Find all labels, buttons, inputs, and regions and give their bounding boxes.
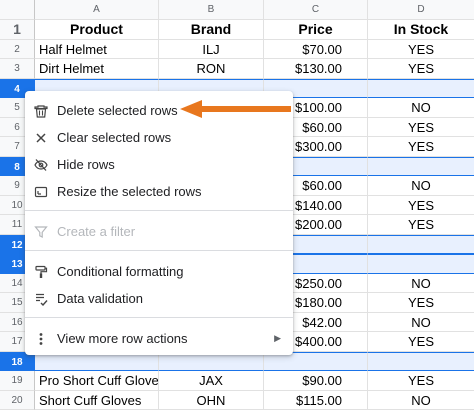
menu-item-label: Data validation	[57, 291, 293, 306]
in-stock-cell[interactable]	[368, 157, 474, 177]
submenu-arrow-icon: ▶	[274, 333, 281, 344]
row-number[interactable]: 19	[0, 371, 35, 391]
menu-item-label: Conditional formatting	[57, 264, 293, 279]
product-cell[interactable]: Half Helmet	[35, 40, 159, 60]
table-row: 2Half HelmetILJ$70.00YES	[0, 40, 474, 60]
price-cell[interactable]: $130.00	[264, 59, 368, 79]
paint-roller-icon	[25, 258, 57, 285]
in-stock-cell[interactable]	[368, 254, 474, 274]
menu-item-data-validation[interactable]: Data validation	[25, 285, 293, 312]
menu-item-label: Clear selected rows	[57, 130, 293, 145]
menu-divider	[25, 250, 293, 251]
table-row: 3Dirt HelmetRON$130.00YES	[0, 59, 474, 79]
in-stock-cell[interactable]	[368, 235, 474, 255]
menu-item-view-more-row-actions[interactable]: View more row actions ▶	[25, 325, 293, 352]
brand-cell[interactable]: JAX	[159, 371, 264, 391]
more-vert-icon	[25, 325, 57, 352]
row-number[interactable]: 20	[0, 391, 35, 410]
row-context-menu: Delete selected rows Clear selected rows…	[25, 91, 293, 355]
in-stock-cell[interactable]: YES	[368, 293, 474, 313]
filter-icon	[25, 218, 57, 245]
row-number[interactable]: 3	[0, 59, 35, 79]
menu-divider	[25, 210, 293, 211]
in-stock-cell[interactable]: NO	[368, 313, 474, 333]
price-cell[interactable]: $90.00	[264, 371, 368, 391]
in-stock-cell[interactable]: YES	[368, 332, 474, 352]
row-number[interactable]: 1	[0, 20, 35, 40]
menu-item-conditional-formatting[interactable]: Conditional formatting	[25, 258, 293, 285]
data-validation-icon	[25, 285, 57, 312]
price-cell[interactable]: $70.00	[264, 40, 368, 60]
in-stock-cell[interactable]: YES	[368, 59, 474, 79]
in-stock-cell[interactable]: YES	[368, 215, 474, 235]
menu-item-label: Resize the selected rows	[57, 184, 293, 199]
column-header-a[interactable]: A	[35, 0, 159, 20]
in-stock-cell[interactable]	[368, 79, 474, 99]
in-stock-cell[interactable]: NO	[368, 391, 474, 410]
product-cell[interactable]: Dirt Helmet	[35, 59, 159, 79]
in-stock-cell[interactable]: NO	[368, 274, 474, 294]
resize-icon	[25, 178, 57, 205]
in-stock-cell[interactable]: YES	[368, 40, 474, 60]
trash-icon	[25, 97, 57, 124]
in-stock-cell[interactable]: NO	[368, 176, 474, 196]
select-all-corner[interactable]	[0, 0, 35, 20]
product-cell[interactable]: Pro Short Cuff Gloves	[35, 371, 159, 391]
header-cell-product[interactable]: Product	[35, 20, 159, 40]
annotation-arrow-icon	[178, 98, 293, 120]
brand-cell[interactable]: ILJ	[159, 40, 264, 60]
in-stock-cell[interactable]: NO	[368, 98, 474, 118]
eye-off-icon	[25, 151, 57, 178]
in-stock-cell[interactable]: YES	[368, 371, 474, 391]
menu-item-resize-selected-rows[interactable]: Resize the selected rows	[25, 178, 293, 205]
brand-cell[interactable]: RON	[159, 59, 264, 79]
table-row: 20Short Cuff GlovesOHN$115.00NO	[0, 391, 474, 410]
price-cell[interactable]: $115.00	[264, 391, 368, 410]
close-icon	[25, 124, 57, 151]
in-stock-cell[interactable]: YES	[368, 196, 474, 216]
in-stock-cell[interactable]: YES	[368, 118, 474, 138]
column-header-row: A B C D	[0, 0, 474, 20]
menu-item-label: Create a filter	[57, 224, 293, 239]
in-stock-cell[interactable]: YES	[368, 137, 474, 157]
header-cell-in-stock[interactable]: In Stock	[368, 20, 474, 40]
menu-item-hide-rows[interactable]: Hide rows	[25, 151, 293, 178]
column-header-d[interactable]: D	[368, 0, 474, 20]
menu-item-create-filter: Create a filter	[25, 218, 293, 245]
product-cell[interactable]: Short Cuff Gloves	[35, 391, 159, 410]
column-header-b[interactable]: B	[159, 0, 264, 20]
in-stock-cell[interactable]	[368, 352, 474, 372]
brand-cell[interactable]: OHN	[159, 391, 264, 410]
header-cell-brand[interactable]: Brand	[159, 20, 264, 40]
menu-item-clear-selected-rows[interactable]: Clear selected rows	[25, 124, 293, 151]
menu-divider	[25, 317, 293, 318]
table-header-row: 1 Product Brand Price In Stock	[0, 20, 474, 40]
table-row: 19Pro Short Cuff GlovesJAX$90.00YES	[0, 371, 474, 391]
header-cell-price[interactable]: Price	[264, 20, 368, 40]
menu-item-label: View more row actions	[57, 331, 274, 346]
menu-item-label: Hide rows	[57, 157, 293, 172]
column-header-c[interactable]: C	[264, 0, 368, 20]
row-number[interactable]: 2	[0, 40, 35, 60]
